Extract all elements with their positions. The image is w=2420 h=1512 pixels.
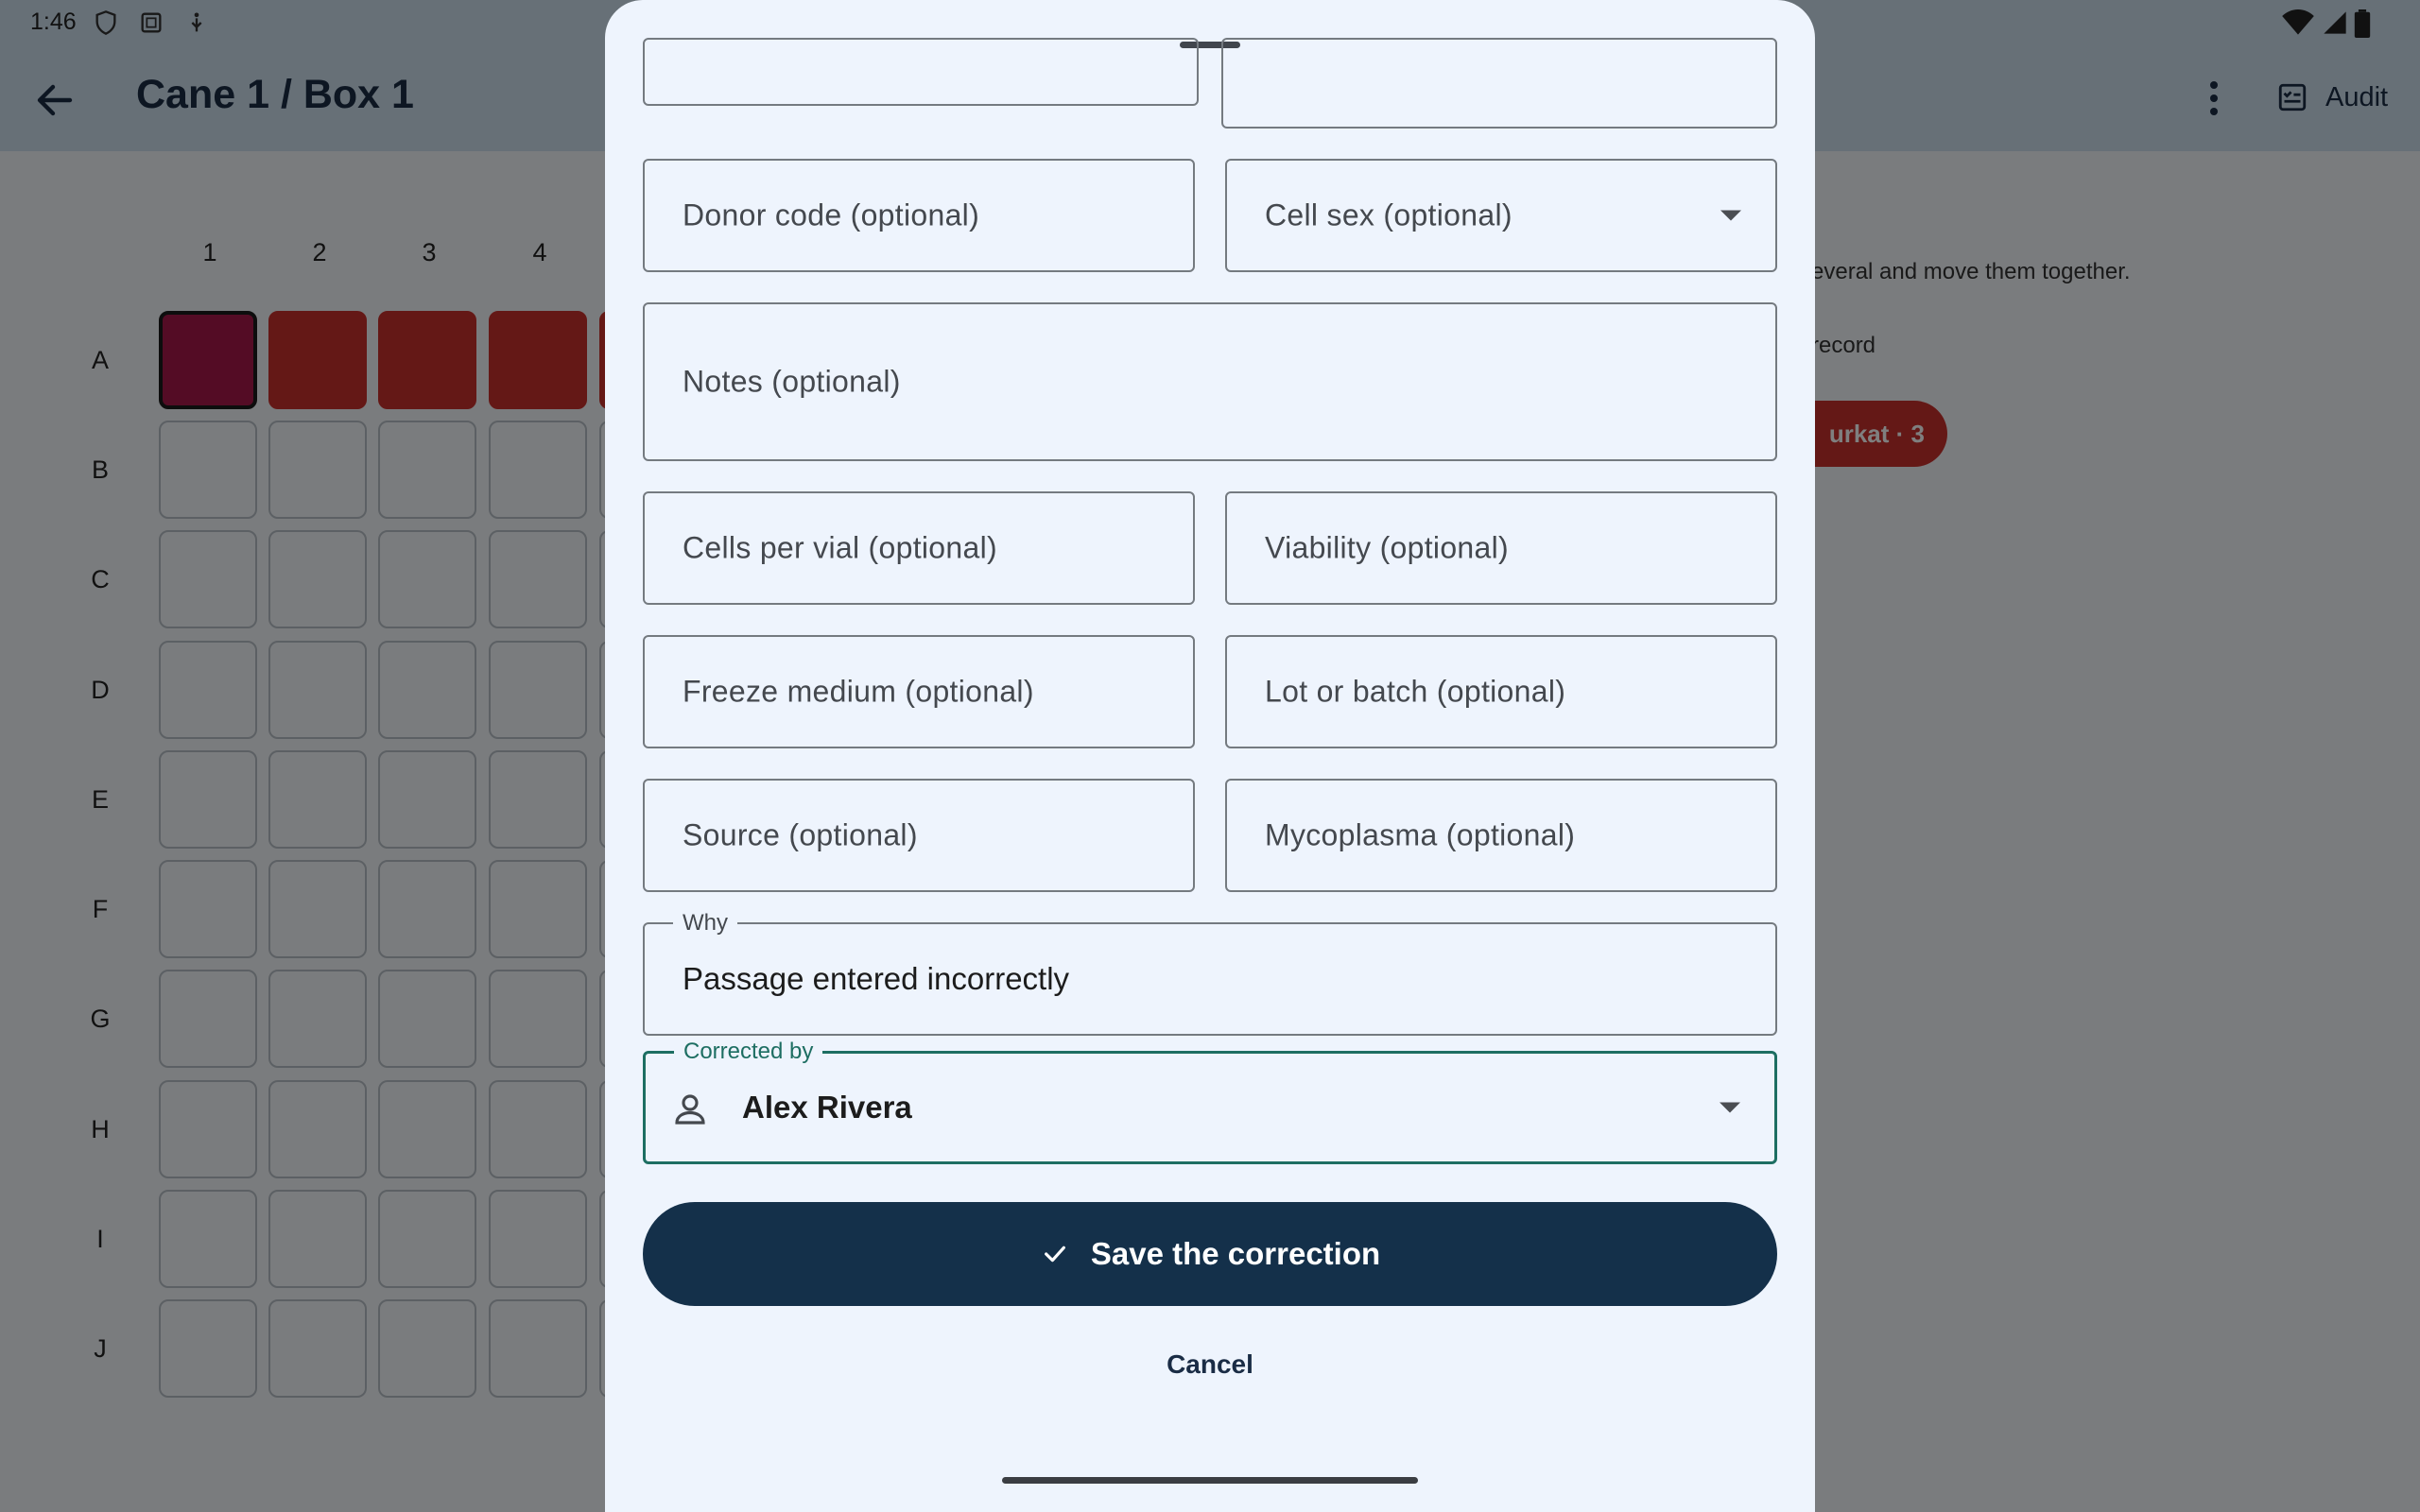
cell-sex-placeholder: Cell sex (optional): [1265, 198, 1512, 232]
cell-sex-select[interactable]: Cell sex (optional): [1225, 159, 1777, 272]
source-placeholder: Source (optional): [683, 817, 918, 852]
donor-code-placeholder: Donor code (optional): [683, 198, 980, 232]
notes-placeholder: Notes (optional): [683, 364, 901, 399]
why-field[interactable]: Why Passage entered incorrectly: [643, 911, 1777, 1036]
dropdown-arrow-icon: [1720, 1102, 1740, 1113]
correction-sheet: Donor code (optional) Cell sex (optional…: [605, 0, 1815, 1512]
notes-field[interactable]: Notes (optional): [643, 302, 1777, 461]
why-value: Passage entered incorrectly: [683, 961, 1070, 996]
donor-code-field[interactable]: Donor code (optional): [643, 159, 1195, 272]
person-icon: [675, 1094, 705, 1125]
gesture-nav-bar: [1002, 1477, 1418, 1484]
dropdown-arrow-icon: [1720, 210, 1741, 221]
previous-field-left[interactable]: [643, 38, 1199, 106]
cancel-button[interactable]: Cancel: [1134, 1349, 1286, 1387]
mycoplasma-field[interactable]: Mycoplasma (optional): [1225, 779, 1777, 892]
why-label: Why: [673, 911, 737, 936]
viability-placeholder: Viability (optional): [1265, 530, 1509, 565]
cells-per-vial-field[interactable]: Cells per vial (optional): [643, 491, 1195, 605]
corrected-by-label: Corrected by: [674, 1040, 823, 1064]
save-label: Save the correction: [1090, 1236, 1381, 1271]
corrected-by-select[interactable]: Corrected by Alex Rivera: [643, 1040, 1777, 1164]
save-correction-button[interactable]: Save the correction: [643, 1202, 1777, 1306]
lot-batch-placeholder: Lot or batch (optional): [1265, 674, 1566, 709]
source-field[interactable]: Source (optional): [643, 779, 1195, 892]
cells-per-vial-placeholder: Cells per vial (optional): [683, 530, 997, 565]
mycoplasma-placeholder: Mycoplasma (optional): [1265, 817, 1576, 852]
freeze-medium-field[interactable]: Freeze medium (optional): [643, 635, 1195, 748]
lot-batch-field[interactable]: Lot or batch (optional): [1225, 635, 1777, 748]
viability-field[interactable]: Viability (optional): [1225, 491, 1777, 605]
freeze-medium-placeholder: Freeze medium (optional): [683, 674, 1034, 709]
check-icon: [1044, 1246, 1065, 1263]
corrected-by-value: Alex Rivera: [742, 1090, 912, 1125]
previous-field-right[interactable]: [1221, 38, 1777, 129]
